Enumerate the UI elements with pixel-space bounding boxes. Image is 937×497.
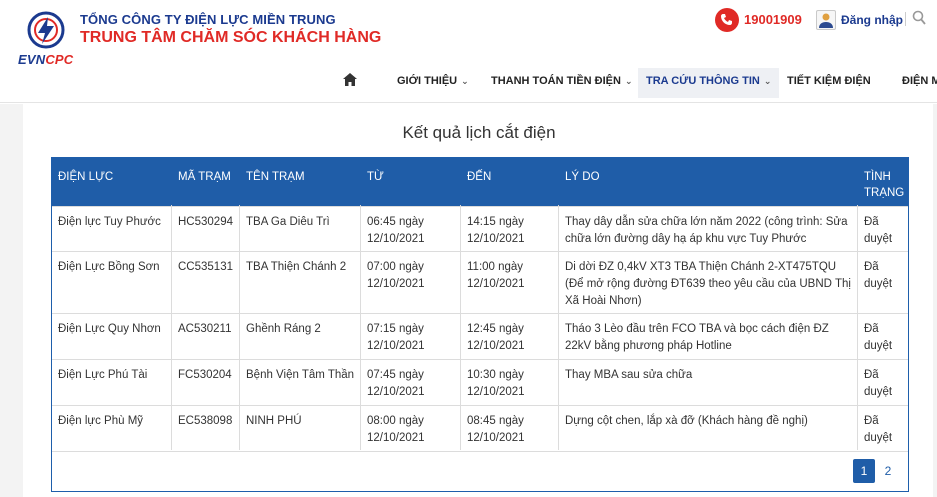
cell-den: 10:30 ngày 12/10/2021 xyxy=(467,369,525,398)
site-header: TỔNG CÔNG TY ĐIỆN LỰC MIỀN TRUNG TRUNG T… xyxy=(0,0,937,103)
table-row: Điện lực Tuy Phước HC530294 TBA Ga Diêu … xyxy=(52,206,908,251)
header-divider xyxy=(905,12,906,26)
column-header-tinh-trang: TÌNH TRẠNG xyxy=(864,171,905,199)
cell-tinh-trang: Đã duyệt xyxy=(864,323,893,352)
page-button-current[interactable]: 1 xyxy=(853,459,875,483)
cell-ma-tram: EC538098 xyxy=(178,415,233,427)
cell-tinh-trang: Đã duyệt xyxy=(864,369,893,398)
chevron-down-icon: ⌄ xyxy=(624,76,633,86)
cell-dien-luc: Điện lực Tuy Phước xyxy=(58,216,161,228)
cell-ma-tram: HC530294 xyxy=(178,216,233,228)
nav-item-tra-cuu[interactable]: TRA CỨU THÔNG TIN ⌄ xyxy=(638,68,780,98)
chevron-down-icon: ⌄ xyxy=(763,76,772,86)
user-avatar-icon[interactable] xyxy=(816,10,836,30)
column-divider xyxy=(558,205,559,450)
cell-ma-tram: CC535131 xyxy=(178,261,233,273)
page-button-next[interactable]: 2 xyxy=(877,459,899,483)
cell-den: 12:45 ngày 12/10/2021 xyxy=(467,323,525,352)
cell-dien-luc: Điện Lực Quy Nhơn xyxy=(58,323,161,335)
pagination: 1 2 xyxy=(52,451,908,491)
cell-ly-do: Thay dây dẫn sửa chữa lớn năm 2022 (công… xyxy=(565,216,848,245)
cell-tu: 07:00 ngày 12/10/2021 xyxy=(367,261,425,290)
center-name: TRUNG TÂM CHĂM SÓC KHÁCH HÀNG xyxy=(80,29,382,46)
cell-den: 11:00 ngày 12/10/2021 xyxy=(467,261,525,290)
cell-ly-do: Di dời ĐZ 0,4kV XT3 TBA Thiện Chánh 2-XT… xyxy=(565,261,851,307)
cell-ten-tram: TBA Thiện Chánh 2 xyxy=(246,261,347,273)
cell-ly-do: Tháo 3 Lèo đầu trên FCO TBA và bọc cách … xyxy=(565,323,829,352)
cell-ten-tram: Ghềnh Ráng 2 xyxy=(246,323,321,335)
cell-ly-do: Dựng cột chen, lắp xà đỡ (Khách hàng đề … xyxy=(565,415,808,427)
column-header-tu: TỪ xyxy=(367,171,384,183)
column-header-dien-luc: ĐIỆN LỰC xyxy=(58,171,114,183)
column-header-ten-tram: TÊN TRẠM xyxy=(246,171,305,183)
home-icon[interactable] xyxy=(343,73,357,86)
company-name: TỔNG CÔNG TY ĐIỆN LỰC MIỀN TRUNG xyxy=(80,12,336,27)
cell-tinh-trang: Đã duyệt xyxy=(864,415,893,444)
hotline-number[interactable]: 19001909 xyxy=(744,12,802,27)
nav-label: THANH TOÁN TIỀN ĐIỆN xyxy=(491,75,621,87)
column-header-ly-do: LÝ DO xyxy=(565,171,600,183)
login-link[interactable]: Đăng nhập xyxy=(841,13,903,27)
column-header-den: ĐẾN xyxy=(467,171,492,183)
cell-ten-tram: Bệnh Viện Tâm Thần xyxy=(246,369,355,381)
table-header: ĐIỆN LỰC MÃ TRẠM TÊN TRẠM TỪ ĐẾN LÝ DO T… xyxy=(52,158,908,206)
search-icon[interactable] xyxy=(912,10,926,26)
page-title: Kết quả lịch cắt điện xyxy=(402,123,556,142)
cell-ten-tram: NINH PHÚ xyxy=(246,415,302,427)
evn-prefix: EVN xyxy=(18,52,46,67)
cell-den: 14:15 ngày 12/10/2021 xyxy=(467,216,525,245)
table-row: Điện Lực Bồng Sơn CC535131 TBA Thiện Chá… xyxy=(52,251,908,313)
cell-ten-tram: TBA Ga Diêu Trì xyxy=(246,216,330,228)
cell-ma-tram: AC530211 xyxy=(178,323,232,335)
cell-tu: 08:00 ngày 12/10/2021 xyxy=(367,415,425,444)
table-row: Điện lực Phù Mỹ EC538098 NINH PHÚ 08:00 … xyxy=(52,405,908,451)
cell-den: 08:45 ngày 12/10/2021 xyxy=(467,415,525,444)
nav-item-thanh-toan[interactable]: THANH TOÁN TIỀN ĐIỆN ⌄ xyxy=(491,68,633,98)
cell-dien-luc: Điện lực Phù Mỹ xyxy=(58,415,144,427)
cell-tinh-trang: Đã duyệt xyxy=(864,216,893,245)
column-divider xyxy=(239,205,240,450)
nav-item-gioi-thieu[interactable]: GIỚI THIỆU ⌄ xyxy=(397,68,469,98)
cell-tu: 07:15 ngày 12/10/2021 xyxy=(367,323,425,352)
chevron-down-icon: ⌄ xyxy=(461,76,469,86)
outage-schedule-table: ĐIỆN LỰC MÃ TRẠM TÊN TRẠM TỪ ĐẾN LÝ DO T… xyxy=(51,157,909,492)
cell-ly-do: Thay MBA sau sửa chữa xyxy=(565,369,693,381)
cell-tu: 07:45 ngày 12/10/2021 xyxy=(367,369,425,398)
column-divider xyxy=(857,205,858,450)
cell-dien-luc: Điện Lực Phú Tài xyxy=(58,369,148,381)
phone-icon xyxy=(715,8,739,32)
column-divider xyxy=(460,205,461,450)
column-divider xyxy=(171,205,172,450)
evn-cpc-wordmark: EVNCPC xyxy=(18,52,73,67)
evn-suffix: CPC xyxy=(45,52,74,67)
nav-label: ĐIỆN M xyxy=(902,75,937,87)
nav-label: TRA CỨU THÔNG TIN xyxy=(646,75,760,87)
nav-label: GIỚI THIỆU xyxy=(397,75,458,87)
nav-item-tiet-kiem[interactable]: TIẾT KIỆM ĐIỆN xyxy=(787,68,871,98)
table-row: Điện Lực Phú Tài FC530204 Bệnh Viện Tâm … xyxy=(52,359,908,405)
column-divider xyxy=(360,205,361,450)
column-header-ma-tram: MÃ TRẠM xyxy=(178,171,231,183)
nav-label: TIẾT KIỆM ĐIỆN xyxy=(787,75,871,87)
cell-dien-luc: Điện Lực Bồng Sơn xyxy=(58,261,160,273)
cell-ma-tram: FC530204 xyxy=(178,369,232,381)
cell-tu: 06:45 ngày 12/10/2021 xyxy=(367,216,425,245)
nav-item-dien-m[interactable]: ĐIỆN M xyxy=(902,68,937,98)
cell-tinh-trang: Đã duyệt xyxy=(864,261,893,290)
table-row: Điện Lực Quy Nhơn AC530211 Ghềnh Ráng 2 … xyxy=(52,313,908,359)
